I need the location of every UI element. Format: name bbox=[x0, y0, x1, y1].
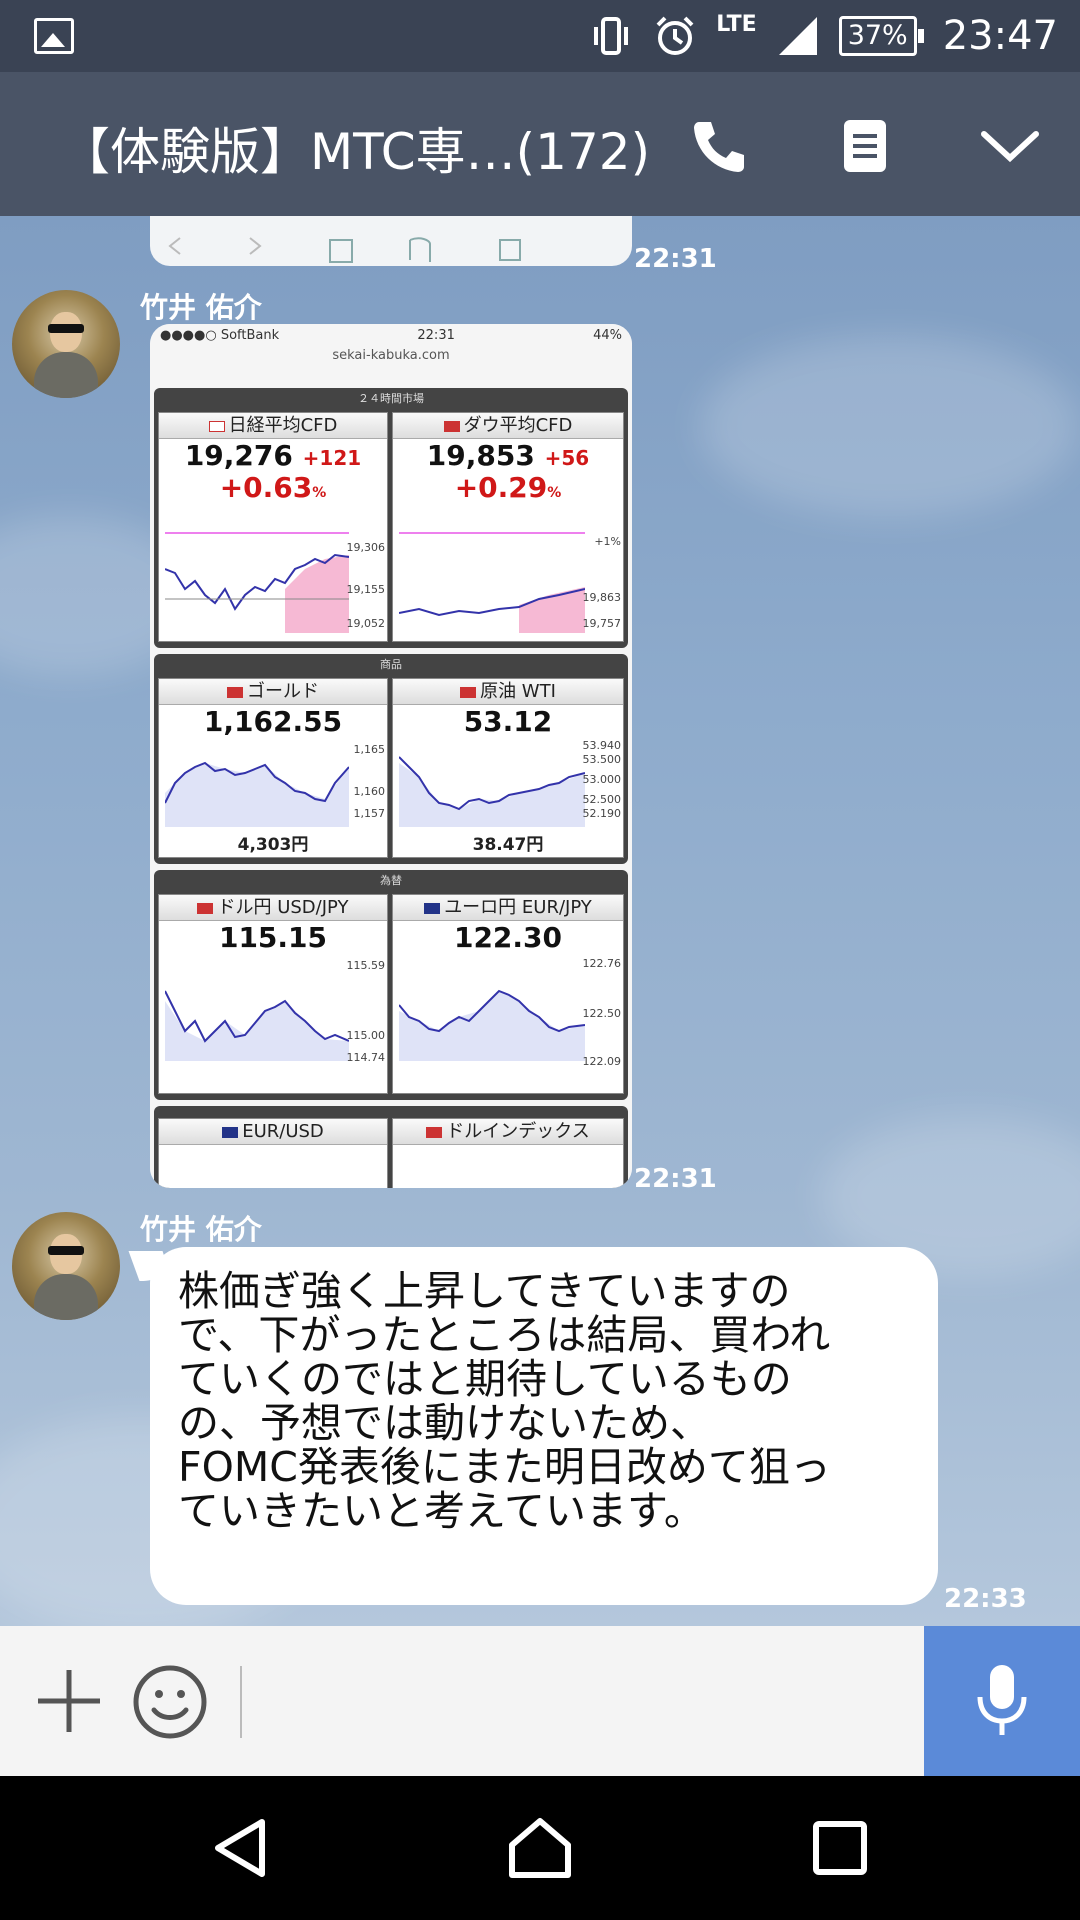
clock: 23:47 bbox=[942, 13, 1058, 59]
browser-toolbar-icons bbox=[168, 237, 521, 263]
message-time: 22:31 bbox=[634, 1164, 717, 1194]
sender-name: 竹井 佑介 bbox=[140, 291, 262, 324]
gallery-icon bbox=[34, 18, 74, 54]
message-line: で、下がったところは結局、買われ bbox=[178, 1311, 831, 1359]
wti-chart bbox=[399, 756, 585, 827]
emoji-icon bbox=[133, 1665, 207, 1739]
text-input-cursor[interactable] bbox=[240, 1666, 242, 1738]
section-forex: 為替 ドル円 USD/JPY 115.15 115.59 115.00 114.… bbox=[154, 870, 628, 1100]
chat-title[interactable]: 【体験版】MTC専…(172) bbox=[60, 112, 650, 184]
home-icon bbox=[509, 1818, 571, 1878]
message-line: の、予想では動けないため、 bbox=[178, 1399, 711, 1447]
call-button[interactable] bbox=[684, 114, 754, 178]
message-line: ていきたいと考えています。 bbox=[178, 1487, 705, 1535]
sender-name: 竹井 佑介 bbox=[140, 1213, 262, 1246]
status-icons: LTE 37% 23:47 bbox=[588, 10, 1058, 62]
recents-button[interactable] bbox=[800, 1810, 880, 1886]
wti-oil-cell: 原油 WTI 53.12 53.940 53.500 53.000 52.500… bbox=[392, 678, 624, 858]
notes-button[interactable] bbox=[830, 114, 900, 178]
screenshot-status: ●●●●○ SoftBank 22:31 44% bbox=[160, 328, 622, 343]
section-commodities: 商品 ゴールド 1,162.55 1,165 1,160 1,157 4,303… bbox=[154, 654, 628, 864]
add-button[interactable] bbox=[34, 1666, 104, 1736]
back-icon bbox=[215, 1819, 265, 1877]
nikkei-cfd-cell: 日経平均CFD 19,276 +121 +0.63% 19,306 19,155… bbox=[158, 412, 388, 642]
plus-icon bbox=[38, 1670, 100, 1732]
message-time: 22:33 bbox=[944, 1584, 1027, 1614]
message-line: 株価ぎ強く上昇してきていますの bbox=[178, 1267, 791, 1315]
section-more: EUR/USD ドルインデックス bbox=[154, 1106, 628, 1188]
section-24h-market: ２４時間市場 日経平均CFD 19,276 +121 +0.63% 19,306… bbox=[154, 388, 628, 648]
avatar[interactable] bbox=[12, 290, 120, 398]
chevron-down-icon bbox=[981, 131, 1039, 163]
image-message[interactable]: ●●●●○ SoftBank 22:31 44% sekai-kabuka.co… bbox=[150, 324, 632, 1188]
avatar[interactable] bbox=[12, 1212, 120, 1320]
usdjpy-cell: ドル円 USD/JPY 115.15 115.59 115.00 114.74 bbox=[158, 894, 388, 1094]
screenshot-url: sekai-kabuka.com bbox=[332, 348, 450, 363]
status-bar: LTE 37% 23:47 bbox=[0, 0, 1080, 72]
eurjpy-cell: ユーロ円 EUR/JPY 122.30 122.76 122.50 122.09 bbox=[392, 894, 624, 1094]
chat-header: 【体験版】MTC専…(172) bbox=[0, 72, 1080, 216]
input-bar bbox=[0, 1626, 1080, 1776]
image-message-previous[interactable] bbox=[150, 216, 632, 266]
network-type: LTE bbox=[716, 11, 757, 37]
alarm-icon bbox=[652, 13, 698, 59]
gold-cell: ゴールド 1,162.55 1,165 1,160 1,157 4,303円 bbox=[158, 678, 388, 858]
usdjpy-chart bbox=[165, 990, 349, 1061]
nikkei-chart bbox=[165, 532, 349, 633]
dow-chart bbox=[399, 532, 585, 633]
notes-icon bbox=[844, 120, 886, 172]
phone-icon bbox=[694, 122, 744, 172]
sticker-button[interactable] bbox=[132, 1664, 208, 1740]
navigation-bar bbox=[0, 1776, 1080, 1920]
eurusd-cell: EUR/USD bbox=[158, 1118, 388, 1188]
chat-area[interactable]: 22:31 竹井 佑介 ●●●●○ SoftBank 22:31 44% sek… bbox=[0, 216, 1080, 1626]
menu-button[interactable] bbox=[975, 114, 1045, 178]
message-time: 22:31 bbox=[634, 244, 717, 274]
recents-icon bbox=[813, 1821, 867, 1875]
home-button[interactable] bbox=[500, 1810, 580, 1886]
vibrate-icon bbox=[588, 13, 634, 59]
dollar-index-cell: ドルインデックス bbox=[392, 1118, 624, 1188]
gold-chart bbox=[165, 761, 349, 827]
text-message[interactable]: 株価ぎ強く上昇してきていますの で、下がったところは結局、買われ ていくのではと… bbox=[150, 1247, 938, 1605]
market-screenshot: ●●●●○ SoftBank 22:31 44% sekai-kabuka.co… bbox=[150, 324, 632, 1188]
message-line: ていくのではと期待しているもの bbox=[178, 1355, 792, 1403]
back-button[interactable] bbox=[200, 1810, 280, 1886]
eurjpy-chart bbox=[399, 989, 585, 1061]
signal-icon bbox=[775, 13, 821, 59]
battery-indicator: 37% bbox=[838, 16, 924, 56]
voice-button[interactable] bbox=[924, 1626, 1080, 1776]
mic-icon bbox=[977, 1665, 1027, 1735]
dow-cfd-cell: ダウ平均CFD 19,853 +56 +0.29% +1% 19,863 19,… bbox=[392, 412, 624, 642]
message-line: FOMC発表後にまた明日改めて狙っ bbox=[178, 1443, 831, 1491]
